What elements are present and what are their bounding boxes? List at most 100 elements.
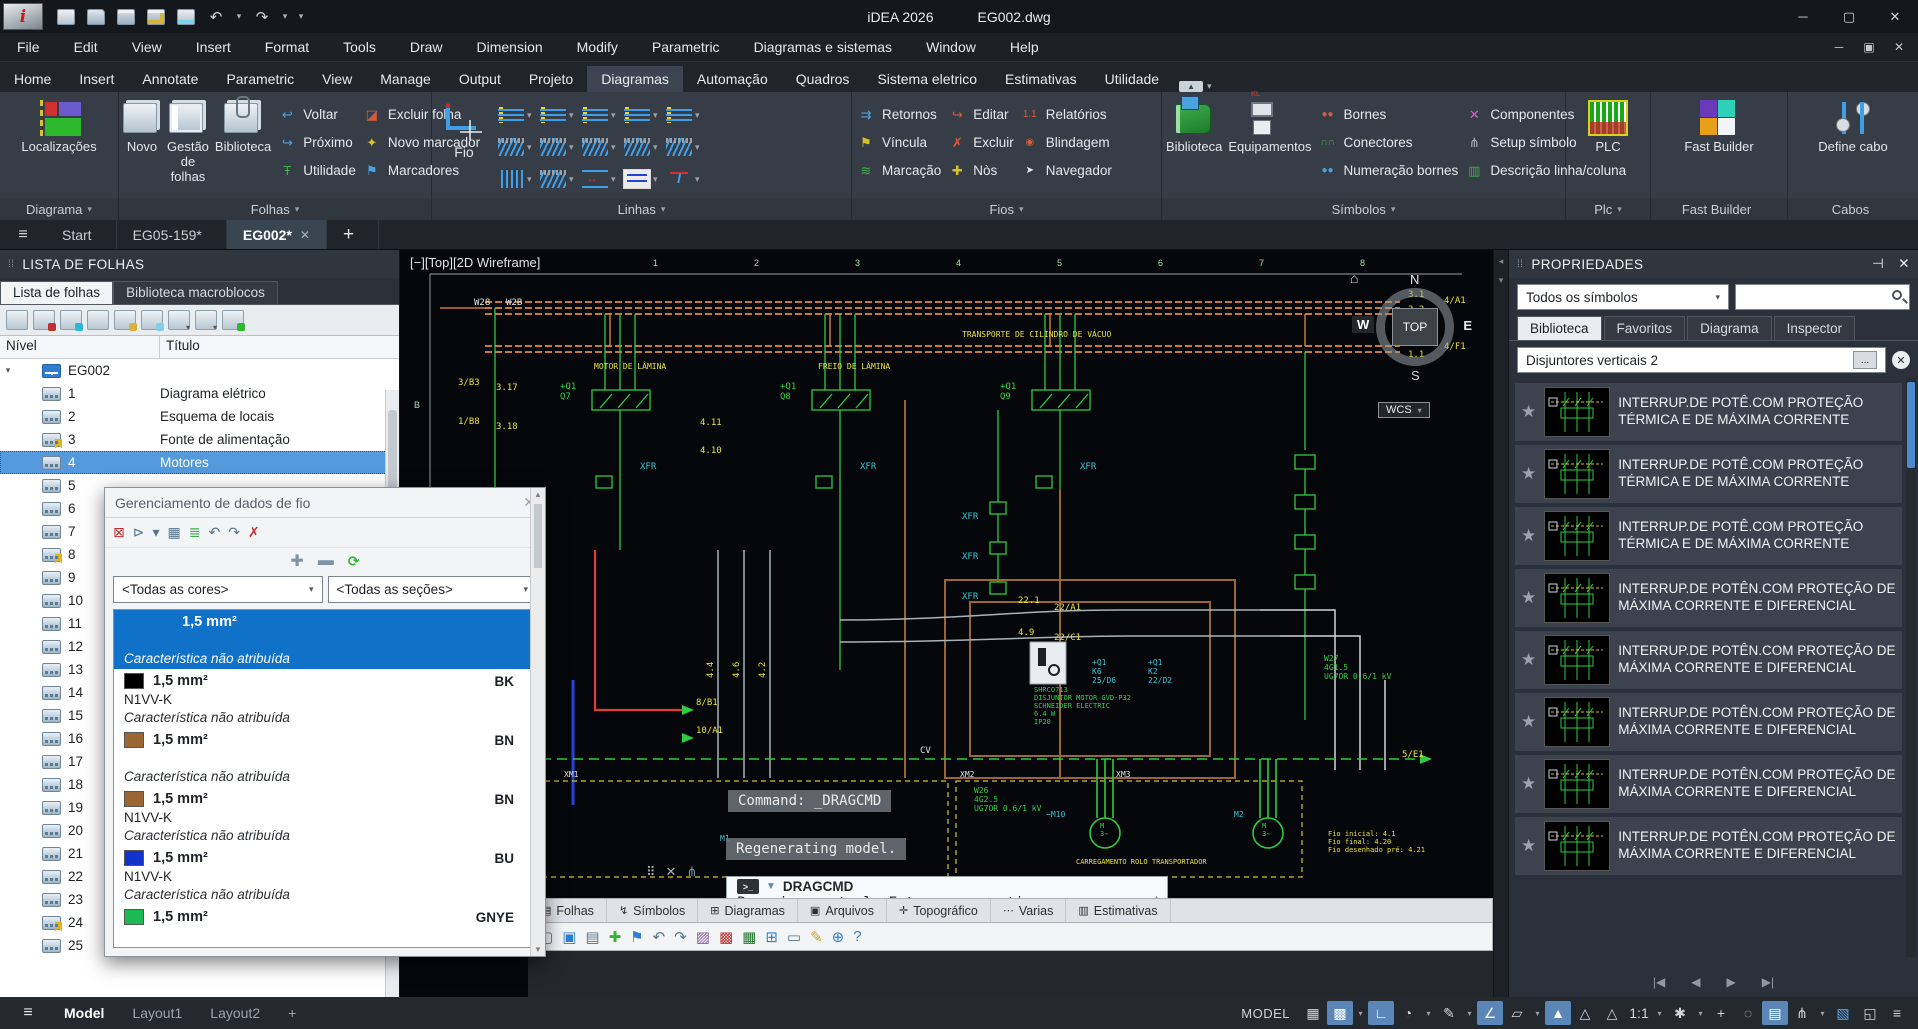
close-icon[interactable]: ✕ [666,864,677,880]
home-icon[interactable]: ⌂ [1350,270,1358,286]
bornes-icon[interactable]: ●● Bornes [1318,102,1459,127]
favorite-star-icon[interactable]: ★ [1521,836,1536,856]
ribbon-tab[interactable]: Home [0,66,65,92]
layout-tab[interactable]: Model [50,1001,118,1025]
symbol-list-item[interactable]: ★ INTERRUP.DE POTÊ.COM PROTEÇÃO [1515,445,1902,503]
ribbon-overflow[interactable]: ▲ ▾ [1179,81,1211,92]
menu-item[interactable]: Insert [179,39,248,55]
wrench-icon[interactable]: ⋔ [686,864,697,880]
isolate-objects-toggle[interactable]: ◌ [1735,1001,1761,1025]
wire-tool-icon[interactable] [582,170,608,188]
isodraft-toggle[interactable]: ✎ [1436,1001,1462,1025]
drawing-canvas[interactable]: [−][Top][2D Wireframe] W28W2B3.13.24/A11… [400,250,1493,997]
favorite-star-icon[interactable]: ★ [1521,526,1536,546]
navigator-tab[interactable]: ⋯ Varias [991,899,1067,922]
polar-chevron-icon[interactable]: ▾ [1422,1001,1435,1025]
browse-button[interactable]: ... [1853,351,1877,369]
graphics-performance-toggle[interactable]: ▤ [1762,1001,1788,1025]
properties-scrollbar[interactable] [1906,378,1916,957]
layout-tab[interactable]: + [274,1001,310,1025]
ribbon-tab[interactable]: Estimativas [991,66,1091,92]
symbol-list-item[interactable]: ★ INTERRUP.DE POTÊN.COM PROTEÇÃ [1515,755,1902,813]
edit-sheet-icon[interactable] [114,310,136,330]
symbol-list-item[interactable]: ★ INTERRUP.DE POTÊ.COM PROTEÇÃO [1515,507,1902,565]
save-icon[interactable] [113,5,139,29]
undo-icon[interactable]: ↶ [203,5,229,29]
workspace-chevron-icon[interactable]: ▾ [1694,1001,1707,1025]
symbol-list-item[interactable]: ★ INTERRUP.DE POTÊN.COM PROTEÇÃ [1515,693,1902,751]
ribbon-tab[interactable]: Diagramas [587,66,683,92]
wire-entry[interactable]: 1,5 mm² BN Característica não atribuída [114,728,536,787]
chevron-down-icon[interactable]: ▾ [695,110,705,121]
navigator-tab[interactable]: ✛ Topográfico [887,899,991,922]
expand-triangle-icon[interactable]: ▾ [0,365,16,376]
viewcube-west[interactable]: W [1352,316,1374,333]
symbol-list-item[interactable]: ★ INTERRUP.DE POTÊ.COM PROTEÇÃO [1515,383,1902,441]
layout-menu-icon[interactable]: ≡ [8,1004,48,1022]
ribbon-tab[interactable]: Manage [366,66,445,92]
wire-entry[interactable]: 1,5 mm² GNYE [114,905,536,948]
define-cabo-button[interactable]: Define cabo [1817,98,1889,155]
annotation-autoscale-toggle[interactable]: △ [1572,1001,1598,1025]
delete-icon[interactable]: ✗ [248,524,260,541]
ribbon-collapse-chevron-icon[interactable]: ▾ [1207,81,1212,92]
save-state-icon[interactable]: ▧ [1830,1001,1856,1025]
editar-icon[interactable]: ↪ Editar [947,102,1014,127]
symbol-search-input[interactable] [1735,284,1910,310]
novo-button[interactable]: Novo [123,98,161,155]
new-file-icon[interactable] [53,5,79,29]
wire-list-scrollbar[interactable]: ▲▼ [530,488,545,956]
wire-type-icon[interactable] [540,106,566,124]
wire-tool-icon[interactable] [624,170,650,188]
undo-icon[interactable]: ↶ [208,524,220,541]
panel-label-plc[interactable]: Plc▾ [1566,198,1650,220]
favorite-star-icon[interactable]: ★ [1521,588,1536,608]
favorite-star-icon[interactable]: ★ [1521,650,1536,670]
remove-wire-icon[interactable]: ▬ [318,552,334,570]
blindagem-icon[interactable]: ◉ Blindagem [1020,130,1112,155]
app-logo-icon[interactable]: i [3,3,43,30]
plc-button[interactable]: PLC [1578,98,1638,155]
library-filter-field[interactable]: Disjuntores verticais 2 ... [1517,347,1886,373]
workspace-switching-icon[interactable]: ✱ [1667,1001,1693,1025]
ribbon-tab[interactable]: Automação [683,66,782,92]
panel-label-simbolos[interactable]: Símbolos▾ [1162,198,1565,220]
symbol-list-item[interactable]: ★ INTERRUP.DE POTÊN.COM PROTEÇÃ [1515,817,1902,875]
wire-corner-icon[interactable] [540,138,566,156]
menu-item[interactable]: Parametric [635,39,737,55]
undo-icon[interactable]: ↶ [653,928,666,946]
customize-chevron-icon[interactable]: ▾ [295,5,307,29]
snap-chevron-icon[interactable]: ▾ [1354,1001,1367,1025]
chevron-down-icon[interactable]: ▾ [695,174,705,185]
sheet-row[interactable]: 4 Motores [0,451,399,474]
panel-grip-icon[interactable]: ⁞⁞ [1517,259,1523,270]
isodraft-chevron-icon[interactable]: ▾ [1463,1001,1476,1025]
voltar-icon[interactable]: ↩ Voltar [277,102,356,127]
ribbon-tab[interactable]: Quadros [782,66,864,92]
ribbon-tab[interactable]: Annotate [128,66,212,92]
link-icon[interactable]: ⊕ [832,928,845,946]
column-nivel[interactable]: Nível [0,336,160,358]
biblioteca-simbolos-button[interactable]: Biblioteca [1166,98,1222,155]
excluir-icon[interactable]: ✗ Excluir [947,130,1014,155]
drawing-tab[interactable]: + [327,220,379,249]
gestao-de-folhas-button[interactable]: Gestão de folhas [167,98,209,185]
ribbon-tab[interactable]: Insert [65,66,128,92]
favorite-star-icon[interactable]: ★ [1521,464,1536,484]
navigator-tab[interactable]: ▥ Estimativas [1066,899,1170,922]
wire-type-icon[interactable] [624,106,650,124]
annotation-visibility-toggle[interactable]: ▲ [1545,1001,1571,1025]
menu-item[interactable]: Format [248,39,326,55]
clean-screen-icon[interactable]: ◱ [1857,1001,1883,1025]
doc-minimize-icon[interactable]: ─ [1824,40,1854,54]
redo-icon[interactable]: ↷ [674,928,687,946]
customization-wrench-icon[interactable]: ⋔ [1789,1001,1815,1025]
chevron-down-icon[interactable]: ▾ [527,110,537,121]
symbol-list-item[interactable]: ★ INTERRUP.DE POTÊN.COM PROTEÇÃ [1515,631,1902,689]
pager-button[interactable]: ▶ [1727,975,1736,989]
remove-selection-icon[interactable]: ⊠ [113,524,125,541]
save-as-icon[interactable] [143,5,169,29]
ribbon-tab[interactable]: Parametric [212,66,308,92]
table-select-icon[interactable]: ▦ [168,524,181,541]
chevron-down-icon[interactable]: ▼ [766,881,776,892]
